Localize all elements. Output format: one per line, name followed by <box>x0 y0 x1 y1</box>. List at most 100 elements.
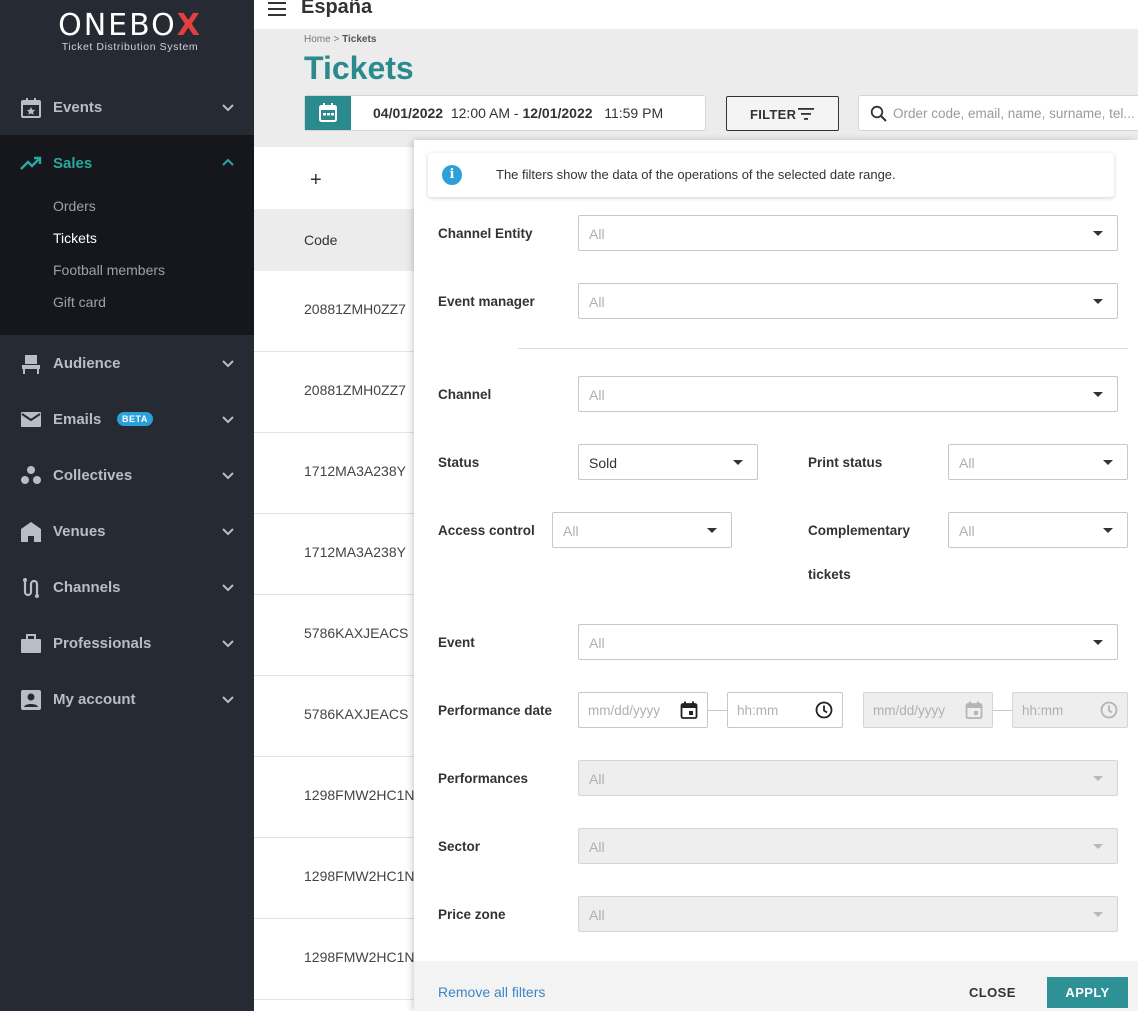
channel-select[interactable]: All <box>578 376 1118 412</box>
calendar-icon[interactable] <box>680 701 698 719</box>
chevron-down-icon <box>222 360 234 368</box>
channel-label: Channel <box>438 387 492 402</box>
print-status-label: Print status <box>808 455 883 470</box>
filter-button[interactable]: FILTER <box>726 96 839 131</box>
access-control-label: Access control <box>438 523 535 538</box>
info-icon: i <box>442 165 462 185</box>
performance-time-from-input[interactable]: hh:mm <box>727 692 843 728</box>
date-range-text: 04/01/2022 12:00 AM - 12/01/2022 11:59 P… <box>373 105 663 121</box>
column-header-code[interactable]: Code <box>304 232 337 248</box>
close-button[interactable]: CLOSE <box>969 985 1016 1000</box>
sub-item-orders[interactable]: Orders <box>53 198 96 214</box>
event-select[interactable]: All <box>578 624 1118 660</box>
nav-channels-label: Channels <box>53 578 121 596</box>
dropdown-arrow-icon <box>1093 776 1103 781</box>
search-box[interactable] <box>858 95 1138 131</box>
print-status-value: All <box>959 455 975 471</box>
sector-label: Sector <box>438 839 481 854</box>
date-from-placeholder: mm/dd/yyyy <box>588 703 661 718</box>
building-icon <box>21 522 41 542</box>
status-select[interactable]: Sold <box>578 444 758 480</box>
sidebar: ONEBOX Ticket Distribution System Events… <box>0 0 254 1011</box>
calendar-star-icon <box>21 98 41 118</box>
status-label: Status <box>438 455 480 470</box>
ticket-code: 1712MA3A238Y <box>304 463 406 479</box>
date-range-picker[interactable]: 04/01/2022 12:00 AM - 12/01/2022 11:59 P… <box>304 95 706 131</box>
dropdown-arrow-icon <box>1093 392 1103 397</box>
complementary-tickets-value: All <box>959 523 975 539</box>
channel-entity-label: Channel Entity <box>438 226 533 241</box>
nav-emails-label: Emails <box>53 410 102 428</box>
nav-audience[interactable]: Audience <box>0 335 254 391</box>
print-status-select[interactable]: All <box>948 444 1128 480</box>
nav-collectives[interactable]: Collectives <box>0 447 254 503</box>
access-control-value: All <box>563 523 579 539</box>
search-icon <box>870 105 887 122</box>
ticket-code: 5786KAXJEACS <box>304 706 409 722</box>
sector-select: All <box>578 828 1118 864</box>
nav-professionals[interactable]: Professionals <box>0 615 254 671</box>
performances-label: Performances <box>438 771 529 786</box>
ticket-code: 1298FMW2HC1N <box>304 868 415 884</box>
chevron-down-icon <box>222 416 234 424</box>
channel-entity-value: All <box>589 226 605 242</box>
search-input[interactable] <box>893 102 1138 124</box>
complementary-tickets-select[interactable]: All <box>948 512 1128 548</box>
nav-venues[interactable]: Venues <box>0 503 254 559</box>
chevron-down-icon <box>222 584 234 592</box>
date-to: 12/01/2022 <box>522 105 593 121</box>
sub-item-tickets[interactable]: Tickets <box>53 230 97 246</box>
price-zone-value: All <box>589 907 605 923</box>
sector-value: All <box>589 839 605 855</box>
onebox-logo[interactable]: ONEBOX Ticket Distribution System <box>50 8 210 53</box>
dropdown-arrow-icon <box>707 528 717 533</box>
chevron-down-icon <box>222 696 234 704</box>
beta-badge: BETA <box>117 412 153 426</box>
nav-events[interactable]: Events <box>0 79 254 135</box>
filter-panel-footer: Remove all filters CLOSE APPLY <box>414 961 1138 1011</box>
add-button[interactable]: + <box>310 169 322 192</box>
complementary-tickets-label-line2: tickets <box>808 567 851 582</box>
nav-events-label: Events <box>53 98 103 116</box>
clock-icon[interactable] <box>815 701 833 719</box>
channel-value: All <box>589 387 605 403</box>
calendar-icon <box>965 701 983 719</box>
logo-wordmark: ONEBOX <box>58 8 202 43</box>
chevron-up-icon <box>222 158 234 166</box>
access-control-select[interactable]: All <box>552 512 732 548</box>
time-to: 11:59 PM <box>604 105 664 121</box>
ticket-code: 20881ZMH0ZZ7 <box>304 301 406 317</box>
nav-channels[interactable]: Channels <box>0 559 254 615</box>
remove-all-filters-link[interactable]: Remove all filters <box>438 984 545 1000</box>
event-manager-select[interactable]: All <box>578 283 1118 319</box>
dropdown-arrow-icon <box>1103 528 1113 533</box>
route-icon <box>23 578 39 598</box>
channel-entity-select[interactable]: All <box>578 215 1118 251</box>
page-title: Tickets <box>304 50 414 86</box>
sub-item-football-members[interactable]: Football members <box>53 262 165 278</box>
nav-sales[interactable]: Sales <box>0 135 254 191</box>
filter-lines-icon <box>798 108 814 120</box>
nav-my-account[interactable]: My account <box>0 671 254 727</box>
account-box-icon <box>21 690 41 710</box>
apply-button[interactable]: APPLY <box>1047 977 1128 1008</box>
ticket-code: 1298FMW2HC1N <box>304 949 415 965</box>
dropdown-arrow-icon <box>1093 231 1103 236</box>
performance-date-from-input[interactable]: mm/dd/yyyy <box>578 692 708 728</box>
breadcrumb-home[interactable]: Home <box>304 34 331 45</box>
dropdown-arrow-icon <box>1093 299 1103 304</box>
hamburger-icon[interactable] <box>268 2 286 16</box>
date-to-placeholder: mm/dd/yyyy <box>873 703 946 718</box>
group-icon <box>21 466 41 484</box>
chevron-down-icon <box>222 528 234 536</box>
trending-up-icon <box>20 156 42 170</box>
nav-audience-label: Audience <box>53 354 121 372</box>
breadcrumb-current: Tickets <box>342 34 377 45</box>
topbar: España <box>254 0 1138 29</box>
logo-subtitle: Ticket Distribution System <box>61 41 199 53</box>
calendar-button[interactable] <box>305 96 351 130</box>
dropdown-arrow-icon <box>1103 460 1113 465</box>
sub-item-gift-card[interactable]: Gift card <box>53 294 106 310</box>
topbar-title: España <box>301 0 373 18</box>
date-from: 04/01/2022 <box>373 105 444 121</box>
